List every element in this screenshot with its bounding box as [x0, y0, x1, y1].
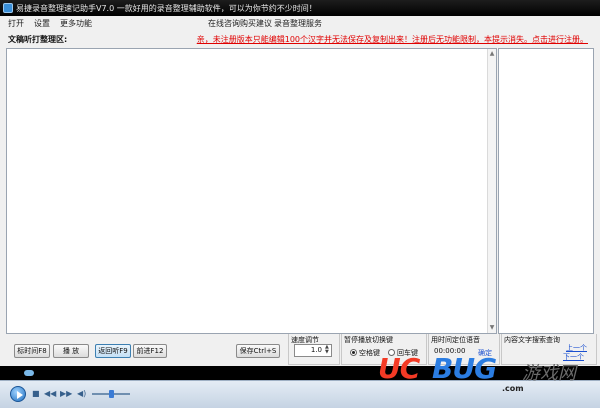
title-bar: 易捷录音整理速记助手V7.0 一款好用的录音整理辅助软件，可以为你节约不少时间！	[0, 0, 600, 16]
menu-consult-purchase[interactable]: 在线咨询购买建议	[208, 18, 272, 29]
volume-icon[interactable]: ◀)	[77, 390, 86, 398]
watermark-brand-cn: 游戏网	[522, 363, 576, 384]
search-results-panel[interactable]	[498, 48, 594, 334]
register-notice-link[interactable]: 亲，未注册版本只能编辑100个汉字并无法保存及复制出来！注册后无功能限制，本提示…	[197, 34, 588, 45]
vertical-scrollbar[interactable]: ▲ ▼	[487, 49, 496, 333]
editor-header: 文稿听打整理区: 亲，未注册版本只能编辑100个汉字并无法保存及复制出来！注册后…	[0, 30, 600, 46]
save-button[interactable]: 保存Ctrl+S	[236, 344, 280, 358]
editor-label: 文稿听打整理区:	[8, 35, 68, 44]
player-next-icon[interactable]: ▶▶	[60, 390, 72, 398]
site-watermark: UC BUG 游戏网 .com	[378, 352, 600, 408]
time-locate-title: 用时间定位语音	[431, 336, 480, 344]
player-stop-icon[interactable]: ■	[32, 390, 40, 398]
scroll-up-icon[interactable]: ▲	[489, 51, 495, 57]
pause-key-title: 暂停播放切换键	[344, 336, 393, 344]
menu-open[interactable]: 打开	[8, 18, 24, 29]
scroll-down-icon[interactable]: ▼	[489, 325, 495, 331]
radio-checked-icon	[350, 349, 357, 356]
space-key-label: 空格键	[359, 349, 380, 357]
watermark-url: .com	[502, 384, 524, 393]
seek-thumb[interactable]	[24, 370, 34, 376]
player-prev-icon[interactable]: ◀◀	[44, 390, 56, 398]
space-key-radio[interactable]: 空格键	[350, 348, 380, 358]
volume-knob[interactable]	[109, 390, 114, 398]
rewind-button[interactable]: 返回听F9	[95, 344, 131, 358]
window-title: 易捷录音整理速记助手V7.0 一款好用的录音整理辅助软件，可以为你节约不少时间！	[16, 4, 317, 13]
mark-time-button[interactable]: 标时间F8	[14, 344, 50, 358]
player-play-icon[interactable]	[10, 386, 26, 402]
app-icon	[3, 3, 13, 13]
text-search-title: 内容文字搜索查询	[504, 336, 560, 344]
forward-button[interactable]: 前进F12	[133, 344, 167, 358]
menu-settings[interactable]: 设置	[34, 18, 50, 29]
menu-more-functions[interactable]: 更多功能	[60, 18, 92, 29]
watermark-brand-uc: UC	[378, 352, 420, 385]
menu-bar: 打开 设置 更多功能 在线咨询购买建议 录音整理服务	[0, 16, 600, 30]
play-button[interactable]: 播 放	[53, 344, 89, 358]
watermark-brand-bug: BUG	[432, 352, 497, 385]
speed-spinner[interactable]: ▲ ▼	[325, 345, 331, 356]
menu-recording-service[interactable]: 录音整理服务	[274, 18, 322, 29]
transcript-textarea[interactable]: ▲ ▼	[6, 48, 497, 334]
